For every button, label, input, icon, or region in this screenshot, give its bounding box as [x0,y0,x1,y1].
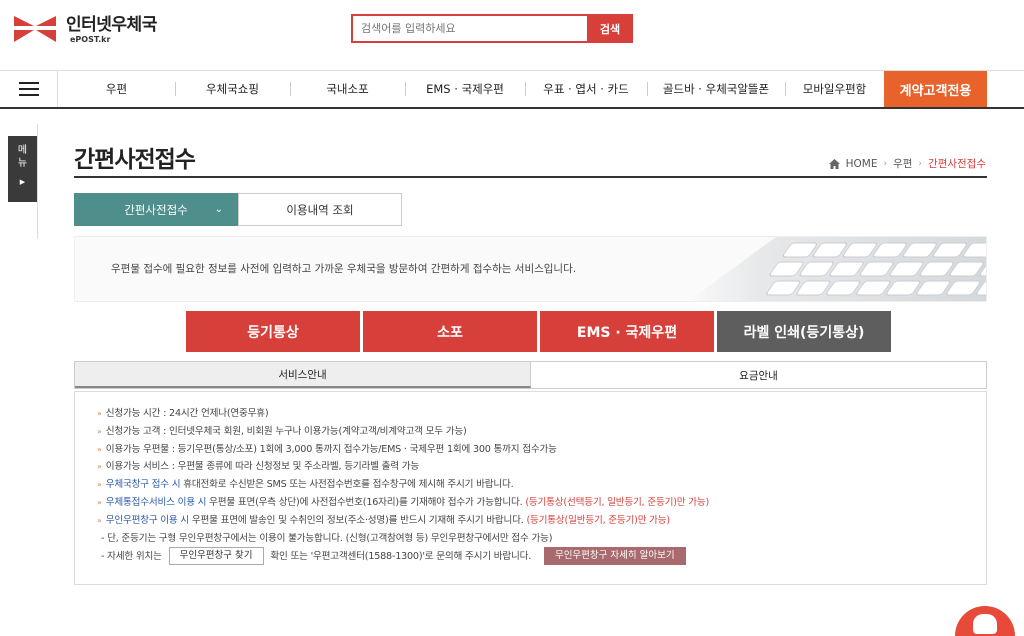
breadcrumb-post[interactable]: 우편 [893,156,912,171]
chevron-down-icon: ⌄ [214,204,223,215]
hamburger-icon [18,82,39,96]
bullet-icon: » [97,515,102,525]
nav-item-goldbar[interactable]: 골드바 · 우체국알뜰폰 [647,71,785,107]
list-item: » 신청가능 고객 : 인터넷우체국 회원, 비회원 누구나 이용가능(계약고객/… [97,425,467,437]
tab-service-guide[interactable]: 서비스안내 [75,362,531,388]
nav-item-ems[interactable]: EMS · 국제우편 [405,71,525,107]
list-item: » 이용가능 서비스 : 우편물 종류에 따라 신청정보 및 주소라벨, 등기라벨… [97,461,419,473]
list-item: » 무인우편창구 이용 시 우편물 표면에 발송인 및 수취인의 정보(주소·성명… [97,514,670,526]
chevron-right-icon: › [918,158,923,169]
list-item: » 우체국창구 접수 시 휴대전화로 수신받은 SMS 또는 사전접수번호를 접수… [97,479,514,491]
registered-mail-button[interactable]: 등기통상 [186,311,360,352]
page-title: 간편사전접수 [74,147,196,173]
nav-item-stamps[interactable]: 우표 · 엽서 · 카드 [525,71,647,107]
breadcrumb: HOME › 우편 › 간편사전접수 [828,156,986,171]
nav-item-contract-customer[interactable]: 계약고객전용 [884,71,987,107]
breadcrumb-home[interactable]: HOME [846,158,878,170]
breadcrumb-current: 간편사전접수 [928,158,986,170]
bullet-icon: » [97,426,102,436]
nav-item-shopping[interactable]: 우체국쇼핑 [175,71,290,107]
logo[interactable]: 인터넷우체국 ePOST.kr [12,12,157,46]
chevron-right-icon: › [883,158,888,169]
bullet-icon: » [97,409,102,418]
tab-label: 간편사전접수 [124,202,188,217]
label-print-button[interactable]: 라벨 인쇄(등기통상) [717,311,891,352]
parcel-button[interactable]: 소포 [363,311,537,352]
nav-item-mobile-mailbox[interactable]: 모바일우편함 [785,71,884,107]
main-nav: 우편 우체국쇼핑 국내소포 EMS · 국제우편 우표 · 엽서 · 카드 골드… [0,70,1024,109]
list-item-location: - 자세한 위치는 무인우편창구 찾기 확인 또는 '우편고객센터(1588-1… [97,547,709,566]
list-item: » 우체통접수서비스 이용 시 우편물 표면(우측 상단)에 사전접수번호(16자… [97,496,710,508]
bullet-icon: » [97,444,102,454]
menu-button[interactable] [0,71,58,107]
side-menu-label-1: 메 [17,145,28,156]
logo-subtitle: ePOST.kr [70,34,111,44]
bullet-icon: » [97,462,102,472]
service-banner: 우편물 접수에 필요한 정보를 사전에 입력하고 가까운 우체국을 방문하여 간… [74,236,987,302]
keyboard-illustration [688,237,986,301]
bullet-icon: » [97,497,102,507]
tab-fee-guide[interactable]: 요금안내 [531,362,986,388]
epost-logo-icon [14,16,56,42]
search-bar: 검색 [351,14,633,43]
banner-description: 우편물 접수에 필요한 정보를 사전에 입력하고 가까운 우체국을 방문하여 간… [111,263,577,275]
tab-simple-pre-registration[interactable]: 간편사전접수 ⌄ [74,193,238,226]
title-divider [74,176,987,178]
side-divider [37,124,38,239]
chatbot-icon [973,614,997,634]
kiosk-details-button[interactable]: 무인우편창구 자세히 알아보기 [543,547,686,566]
search-button[interactable]: 검색 [587,14,633,43]
service-buttons: 등기통상 소포 EMS · 국제우편 라벨 인쇄(등기통상) [186,311,891,352]
tab-label: 이용내역 조회 [286,202,354,217]
header: 인터넷우체국 ePOST.kr 검색 [0,0,1024,70]
search-input[interactable] [351,14,587,43]
side-menu-label-2: 뉴 [17,158,28,169]
side-menu-toggle[interactable]: 메 뉴 ▶ [8,136,37,202]
chatbot-button[interactable] [955,606,1015,636]
service-guide-panel: » 신청가능 시간 : 24시간 언제나(연중무휴) » 신청가능 고객 : 인터넷… [74,391,987,585]
list-item: » 신청가능 시간 : 24시간 언제나(연중무휴) [97,408,269,419]
service-guide-list: » 신청가능 시간 : 24시간 언제나(연중무휴) » 신청가능 고객 : 인터넷… [97,405,709,566]
nav-item-post[interactable]: 우편 [58,71,175,107]
sub-tabs: 간편사전접수 ⌄ 이용내역 조회 [74,193,402,226]
logo-title: 인터넷우체국 [66,14,157,35]
list-item: » 이용가능 우편물 : 등기우편(통상/소포) 1회에 3,000 통까지 접수… [97,443,557,455]
ems-international-button[interactable]: EMS · 국제우편 [540,311,714,352]
home-icon [828,158,840,169]
bullet-icon: » [97,480,102,490]
arrow-right-icon: ▶ [19,178,26,186]
find-kiosk-button[interactable]: 무인우편창구 찾기 [168,547,264,566]
list-item-note: - 단, 준등기는 구형 무인우편창구에서는 이용이 불가능합니다. (신형(고… [101,532,553,544]
nav-item-domestic-parcel[interactable]: 국내소포 [290,71,405,107]
info-tabs: 서비스안내 요금안내 [74,361,987,389]
tab-usage-history[interactable]: 이용내역 조회 [238,193,402,226]
